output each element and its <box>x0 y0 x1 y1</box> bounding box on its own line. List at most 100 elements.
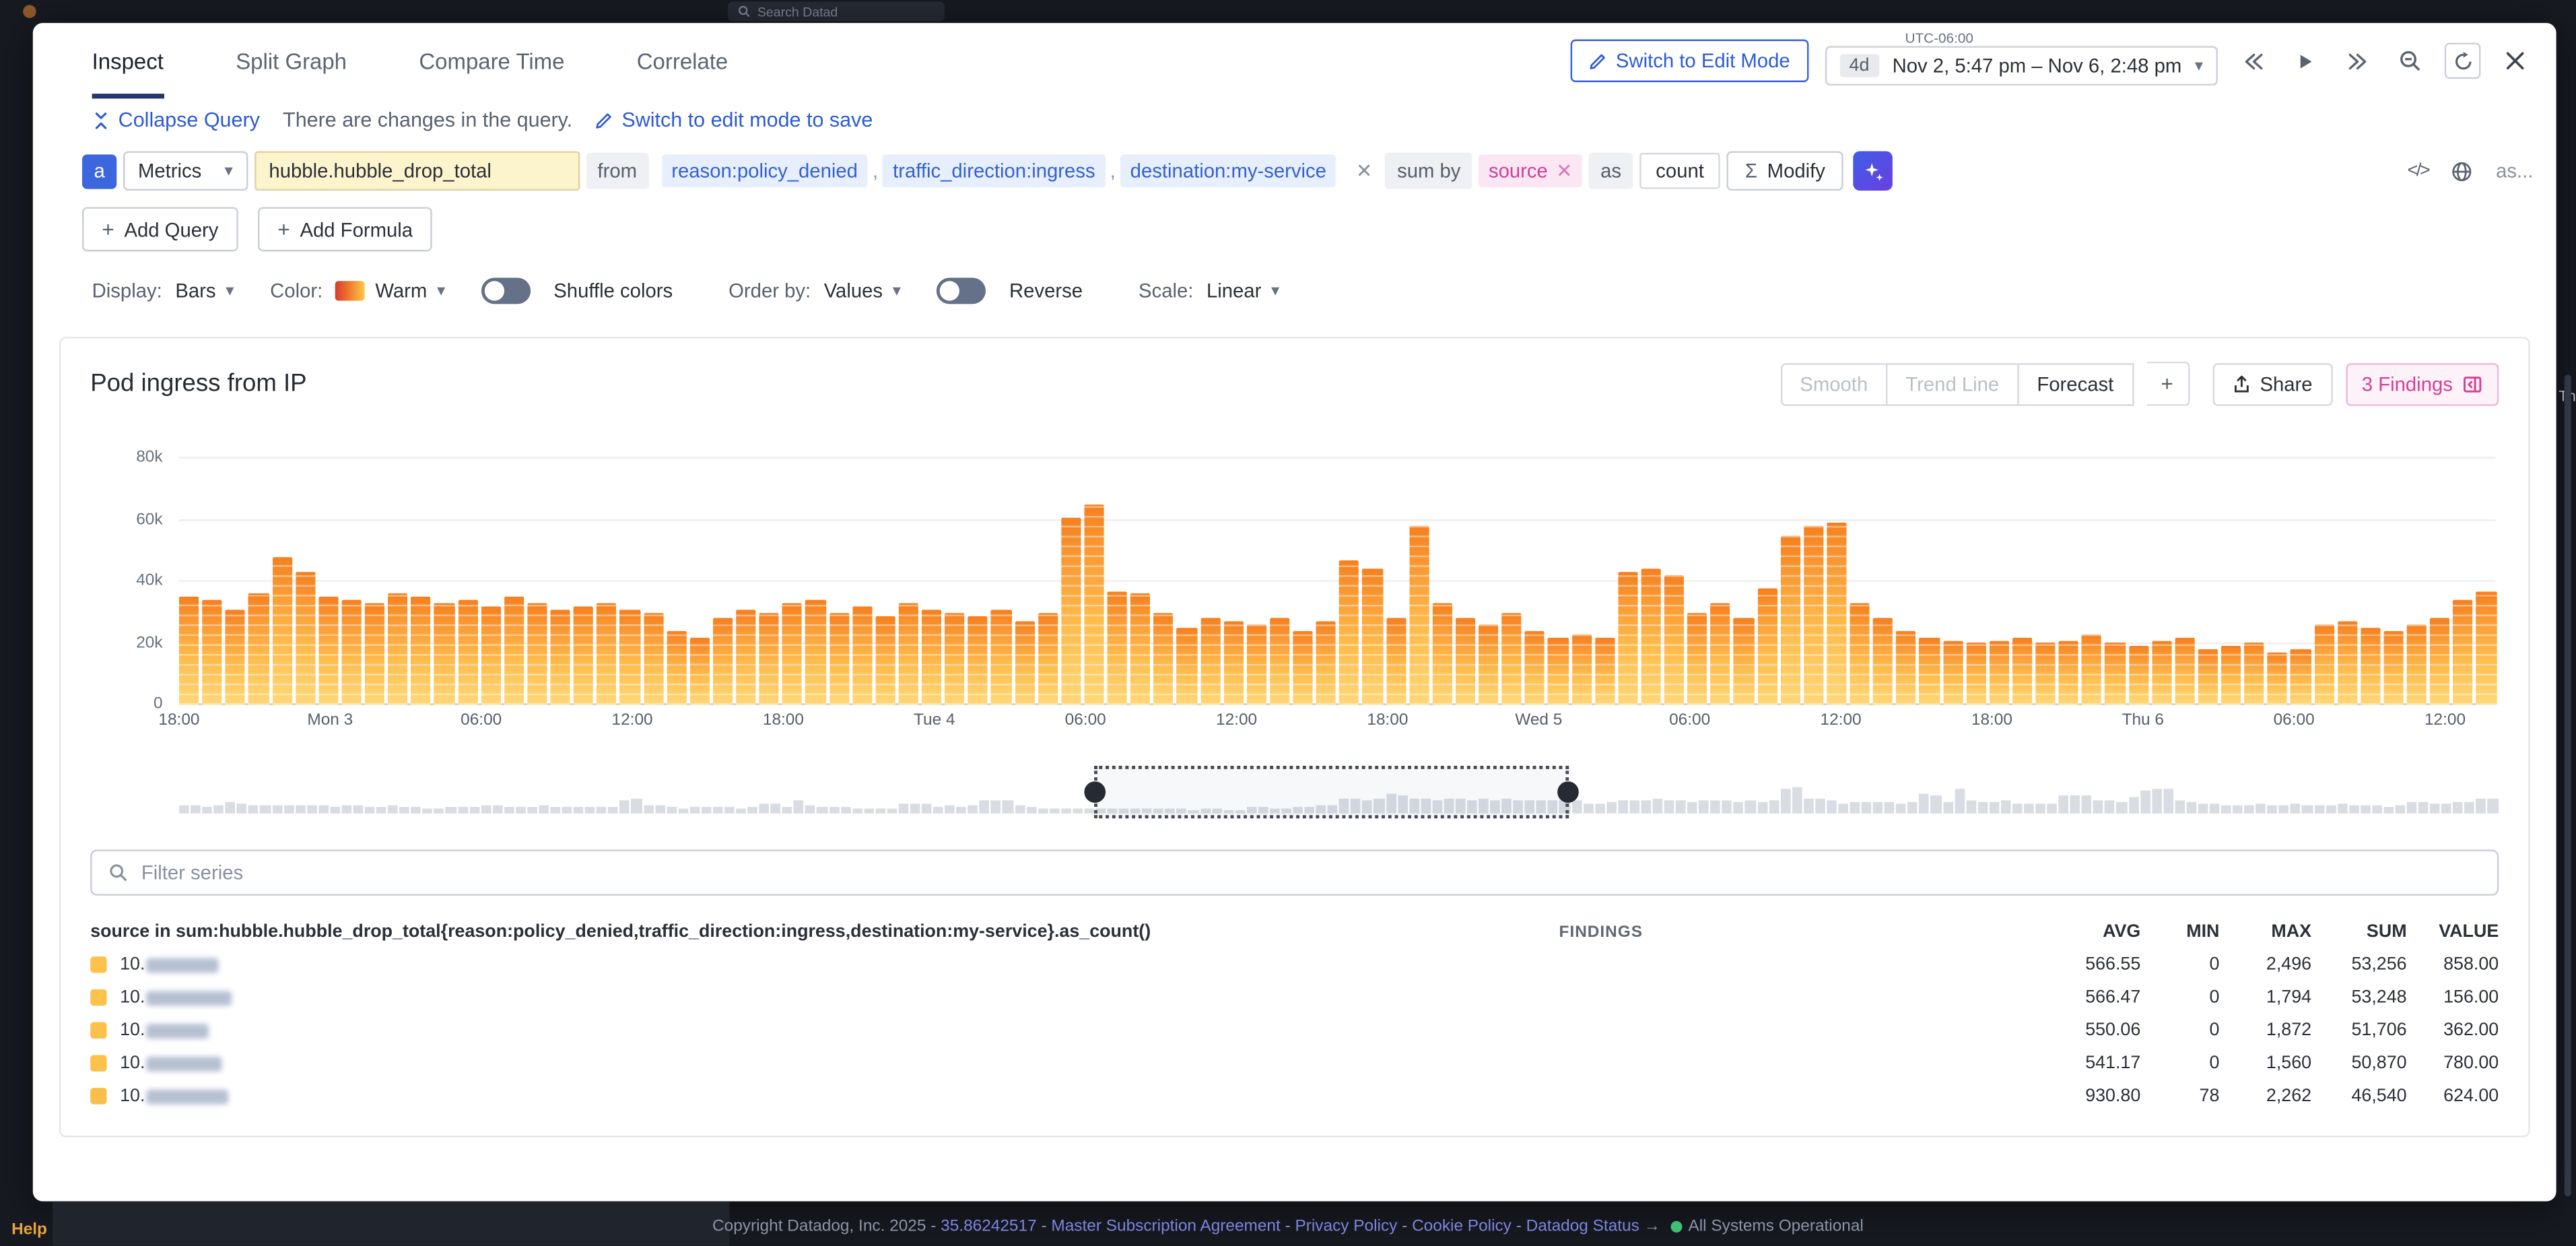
query-notice-row: Collapse Query There are changes in the … <box>33 98 2556 144</box>
chart-bar <box>202 600 222 705</box>
filter-tag[interactable]: reason:policy_denied <box>662 154 868 187</box>
footer-build-link[interactable]: 35.86242517 <box>941 1218 1037 1236</box>
minimap-bar <box>922 804 932 814</box>
toolbar-smooth[interactable]: Smooth <box>1780 362 1887 405</box>
minimap-bar <box>2256 804 2266 814</box>
group-by-tag[interactable]: source ✕ <box>1479 154 1582 187</box>
filter-series-input[interactable] <box>141 861 2481 884</box>
switch-edit-mode-button[interactable]: Switch to Edit Mode <box>1570 40 1808 82</box>
y-tick-label: 60k <box>90 511 162 529</box>
scale-select[interactable]: Linear ▾ <box>1207 280 1279 302</box>
metric-name-input[interactable] <box>254 151 579 191</box>
footer-link[interactable]: Datadog Status <box>1526 1218 1639 1236</box>
minimap-bar <box>550 807 560 814</box>
x-tick-label: 06:00 <box>461 712 502 730</box>
tab-split-graph[interactable]: Split Graph <box>236 23 347 98</box>
add-query-label: Add Query <box>124 218 218 240</box>
filter-tag[interactable]: destination:my-service <box>1120 154 1336 187</box>
global-search-input[interactable]: Search Datad <box>728 1 945 21</box>
footer-link[interactable]: Cookie Policy <box>1412 1218 1512 1236</box>
chart-bar <box>759 613 780 705</box>
chart-bar <box>2476 591 2497 704</box>
play-button[interactable] <box>2286 42 2323 79</box>
toolbar-trend-line[interactable]: Trend Line <box>1886 362 2019 405</box>
display-type-select[interactable]: Bars ▾ <box>175 280 234 302</box>
table-row[interactable]: 10.550.0601,87251,706362.00 <box>90 1014 2499 1047</box>
aggregation-value[interactable]: count <box>1639 153 1720 189</box>
minimap-bar <box>1989 802 1999 814</box>
rewind-button[interactable] <box>2234 42 2270 79</box>
reset-zoom-button[interactable] <box>2445 42 2481 79</box>
forward-button[interactable] <box>2340 42 2376 79</box>
clear-filters-icon[interactable]: ✕ <box>1349 160 1379 183</box>
save-changes-link[interactable]: Switch to edit mode to save <box>595 108 873 131</box>
zoom-out-button[interactable] <box>2392 42 2429 79</box>
screen: Search Datad Th InspectSplit GraphCompar… <box>0 0 2576 1246</box>
minimap-selection[interactable] <box>1094 766 1569 818</box>
footer-separator: - <box>1037 1218 1052 1236</box>
as-more-label[interactable]: as... <box>2496 160 2533 183</box>
filter-tag[interactable]: traffic_direction:ingress <box>883 154 1105 187</box>
table-row[interactable]: 10.541.1701,56050,870780.00 <box>90 1047 2499 1080</box>
minimap-bar <box>782 807 792 814</box>
chart-bar <box>2244 643 2264 705</box>
timeline-minimap[interactable] <box>179 770 2495 813</box>
value-cell: 624.00 <box>2407 1086 2499 1106</box>
minimap-bar <box>2418 802 2429 814</box>
chart-area[interactable]: 020k40k60k80k <box>90 459 2499 705</box>
footer-link[interactable]: Privacy Policy <box>1295 1218 1397 1236</box>
filter-series-box <box>90 849 2499 895</box>
table-row[interactable]: 10.930.80782,26246,540624.00 <box>90 1080 2499 1113</box>
query-changes-text: There are changes in the query. <box>283 108 572 131</box>
tab-correlate[interactable]: Correlate <box>637 23 728 98</box>
minimap-bar <box>887 808 897 813</box>
footer-link[interactable]: Master Subscription Agreement <box>1051 1218 1280 1236</box>
code-icon[interactable]: </> <box>2408 161 2429 181</box>
series-ip: 10. <box>120 1086 229 1106</box>
globe-icon[interactable] <box>2451 160 2473 182</box>
status-dot-icon <box>1670 1221 1682 1233</box>
selection-left-handle[interactable] <box>1084 781 1106 803</box>
minimap-bar <box>1073 808 1083 813</box>
order-by-select[interactable]: Values ▾ <box>824 280 901 302</box>
table-row[interactable]: 10.566.5502,49653,256858.00 <box>90 948 2499 981</box>
selection-right-handle[interactable] <box>1557 781 1579 803</box>
share-button[interactable]: Share <box>2212 362 2332 405</box>
chart-bar <box>2175 638 2195 705</box>
tab-inspect[interactable]: Inspect <box>92 23 164 98</box>
avg-cell: 541.17 <box>2035 1053 2140 1073</box>
filter-separator: , <box>873 160 878 183</box>
ai-assistant-button[interactable] <box>1853 151 1893 191</box>
collapse-query-link[interactable]: Collapse Query <box>92 108 260 131</box>
graph-card: Pod ingress from IP SmoothTrend LineFore… <box>59 337 2530 1137</box>
add-formula-button[interactable]: + Add Formula <box>258 207 432 251</box>
remove-group-icon[interactable]: ✕ <box>1556 160 1573 183</box>
tab-compare-time[interactable]: Compare Time <box>419 23 564 98</box>
table-row[interactable]: 10.566.4701,79453,248156.00 <box>90 981 2499 1014</box>
chart-bar <box>1734 618 1754 704</box>
chart-bar <box>2059 641 2079 705</box>
group-by-label: source <box>1489 160 1548 183</box>
chart-bar <box>898 603 918 704</box>
redacted-ip <box>147 990 232 1005</box>
add-query-button[interactable]: + Add Query <box>82 207 238 251</box>
series-name-cell: 10. <box>90 1020 1559 1040</box>
modify-button[interactable]: Σ Modify <box>1727 151 1843 191</box>
avg-cell: 930.80 <box>2035 1086 2140 1106</box>
toolbar-forecast[interactable]: Forecast <box>2017 362 2133 405</box>
reverse-toggle[interactable] <box>937 277 986 304</box>
add-overlay-button[interactable]: + <box>2146 362 2189 406</box>
close-button[interactable] <box>2497 42 2534 79</box>
data-source-select[interactable]: Metrics ▾ <box>123 151 248 191</box>
findings-button[interactable]: 3 Findings <box>2345 362 2499 405</box>
minimap-bar <box>1664 800 1674 814</box>
minimap-bar <box>1722 800 1732 814</box>
minimap-bar <box>1862 802 1872 814</box>
column-header-value: VALUE <box>2407 922 2499 942</box>
time-range-control[interactable]: UTC-06:00 4d Nov 2, 5:47 pm – Nov 6, 2:4… <box>1825 46 2218 86</box>
page-scrollbar[interactable] <box>2565 374 2571 1196</box>
pencil-icon <box>1588 52 1606 70</box>
minimap-bar <box>2465 802 2475 814</box>
shuffle-colors-toggle[interactable] <box>481 277 531 304</box>
color-palette-select[interactable]: Warm ▾ <box>336 280 445 302</box>
